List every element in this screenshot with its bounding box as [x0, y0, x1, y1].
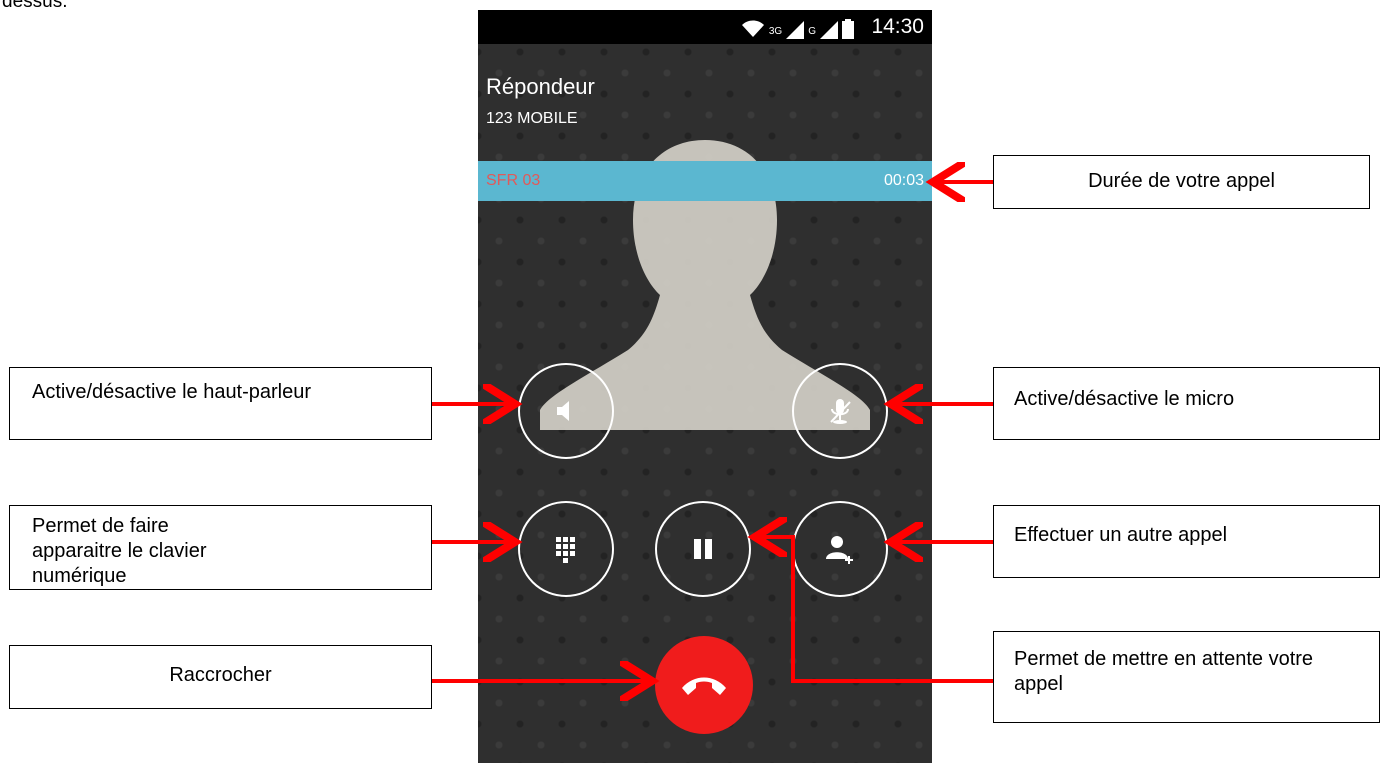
annotation-speaker: Active/désactive le haut-parleur: [9, 367, 432, 440]
annotation-hold: Permet de mettre en attente votre appel: [993, 631, 1380, 723]
annotation-add-call: Effectuer un autre appel: [993, 505, 1380, 578]
arrow-hold: [759, 537, 993, 683]
annotation-dialpad: Permet de faire apparaitre le clavier nu…: [9, 505, 432, 590]
annotation-mic: Active/désactive le micro: [993, 367, 1380, 440]
annotation-duration: Durée de votre appel: [993, 155, 1370, 209]
annotation-hangup: Raccrocher: [9, 645, 432, 709]
